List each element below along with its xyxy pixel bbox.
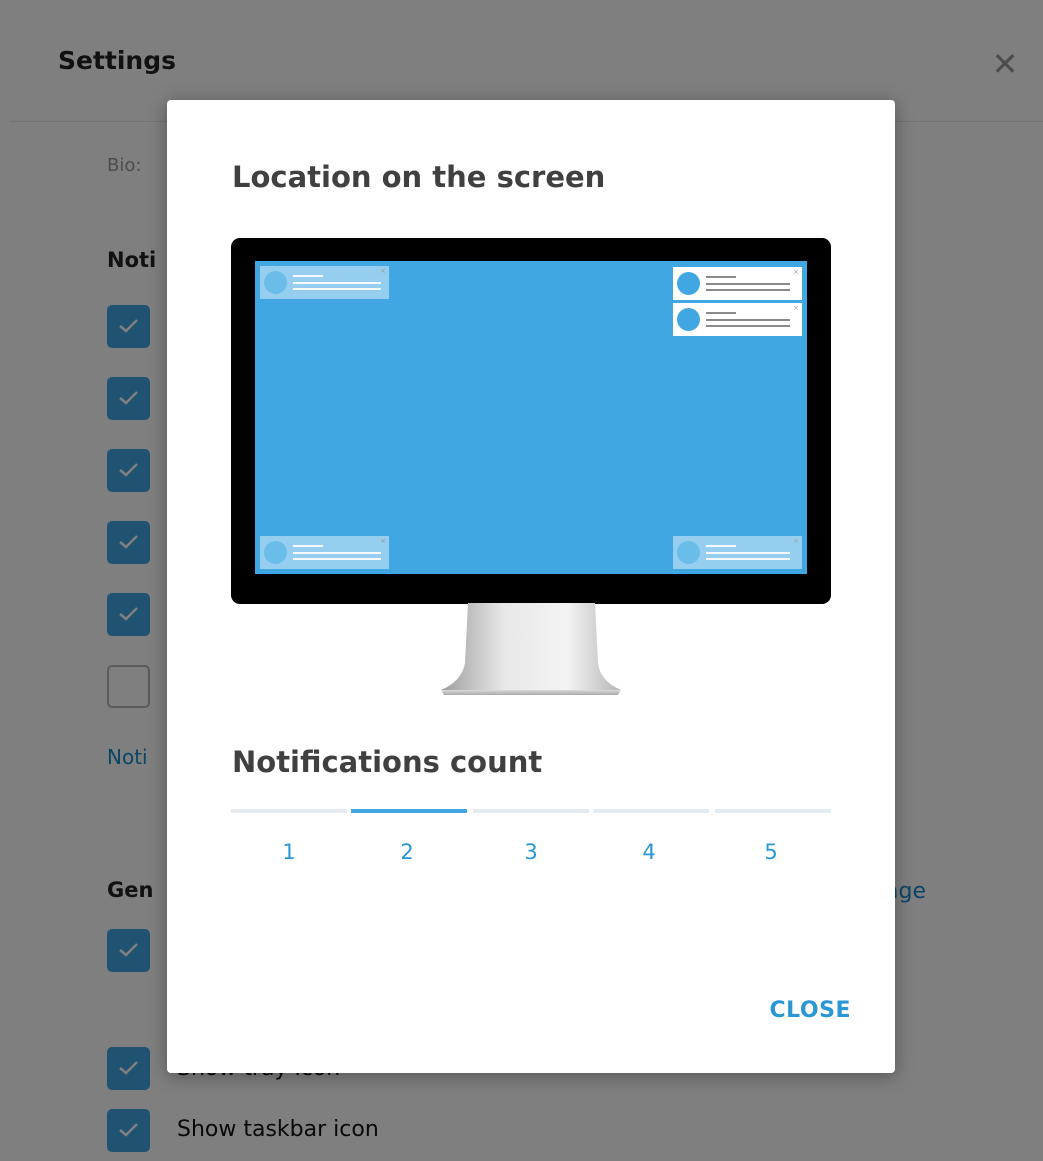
count-title: Notifications count [232, 745, 543, 779]
avatar-icon [677, 272, 700, 295]
monitor-stand-icon [441, 603, 621, 695]
close-icon: × [793, 304, 799, 312]
monitor-screen: × × × × × [255, 261, 807, 574]
avatar-icon [264, 271, 287, 294]
count-track-5[interactable] [715, 809, 831, 813]
close-icon: × [793, 537, 799, 545]
notification-position-dialog: Location on the screen × × × × × Notific… [167, 100, 895, 1073]
count-option-2[interactable]: 2 [349, 840, 465, 864]
close-icon: × [793, 268, 799, 276]
avatar-icon [264, 541, 287, 564]
position-bottom-left[interactable]: × [260, 536, 389, 569]
close-icon: × [380, 267, 386, 275]
count-option-1[interactable]: 1 [231, 840, 347, 864]
position-top-left[interactable]: × [260, 266, 389, 299]
avatar-icon [677, 541, 700, 564]
count-track-1[interactable] [231, 809, 347, 813]
count-track-3[interactable] [473, 809, 589, 813]
close-button[interactable]: CLOSE [751, 998, 851, 1028]
count-track-4[interactable] [593, 809, 709, 813]
close-icon: × [380, 537, 386, 545]
position-top-right[interactable]: × [673, 267, 802, 300]
count-option-4[interactable]: 4 [591, 840, 707, 864]
position-top-right-second[interactable]: × [673, 303, 802, 336]
count-option-5[interactable]: 5 [713, 840, 829, 864]
monitor-illustration: × × × × × [231, 238, 831, 604]
count-option-3[interactable]: 3 [473, 840, 589, 864]
count-track-2[interactable] [351, 809, 467, 813]
dialog-title: Location on the screen [232, 160, 606, 194]
avatar-icon [677, 308, 700, 331]
position-bottom-right[interactable]: × [673, 536, 802, 569]
